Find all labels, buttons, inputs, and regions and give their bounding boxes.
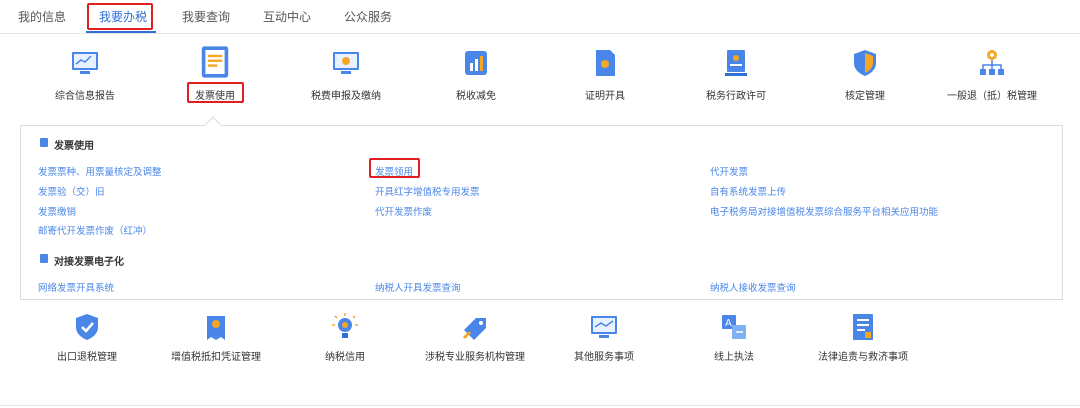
link-invoice-cancel[interactable]: 发票缴销 <box>38 204 76 218</box>
tab-public-service[interactable]: 公众服务 <box>344 8 392 25</box>
menu-label: 法律追责与救济事项 <box>818 352 908 363</box>
menu-label: 税务行政许可 <box>706 91 766 102</box>
link-network-invoice-system[interactable]: 网络发票开具系统 <box>38 280 114 294</box>
tag-icon <box>462 318 486 340</box>
menu-label: 税收减免 <box>456 91 496 102</box>
link-taxpayer-issued-query[interactable]: 纳税人开具发票查询 <box>375 280 461 294</box>
link-mail-invoice-void[interactable]: 邮寄代开发票作废（红冲） <box>38 223 152 237</box>
invoice-document-icon <box>201 46 229 78</box>
active-tab-indicator <box>86 31 156 33</box>
menu-label: 涉税专业服务机构管理 <box>425 352 525 363</box>
menu-label: 出口退税管理 <box>57 352 117 363</box>
document-icon <box>40 138 48 147</box>
monitor-icon <box>591 316 617 338</box>
top-tab-bar: 我的信息 我要办税 我要查询 互动中心 公众服务 <box>0 0 1080 34</box>
link-taxpayer-received-query[interactable]: 纳税人接收发票查询 <box>710 280 796 294</box>
location-network-icon <box>980 50 1004 75</box>
section-title-e-invoice: 对接发票电子化 <box>54 257 124 268</box>
shield-check-icon <box>76 314 98 340</box>
link-own-system-upload[interactable]: 自有系统发票上传 <box>710 184 786 198</box>
tab-my-info[interactable]: 我的信息 <box>18 8 66 25</box>
lightbulb-icon <box>332 313 358 338</box>
legal-document-icon <box>853 314 873 340</box>
translate-icon: A <box>722 315 746 339</box>
tab-interaction[interactable]: 互动中心 <box>263 8 311 25</box>
link-invoice-type-approval[interactable]: 发票票种、用票量核定及调整 <box>38 164 162 178</box>
receipt-icon <box>207 316 225 340</box>
menu-label: 增值税抵扣凭证管理 <box>171 352 261 363</box>
link-invoice-verify-old[interactable]: 发票验（交）旧 <box>38 184 105 198</box>
certificate-icon <box>596 50 615 76</box>
menu-label: 发票使用 <box>195 91 235 102</box>
bottom-divider <box>0 405 1080 406</box>
menu-label: 一般退（抵）税管理 <box>947 91 1037 102</box>
link-agent-invoice-void[interactable]: 代开发票作废 <box>375 204 432 218</box>
monitor-declare-icon <box>333 52 359 74</box>
phone-icon <box>40 254 48 263</box>
menu-label: 线上执法 <box>714 352 754 363</box>
menu-label: 其他服务事项 <box>574 352 634 363</box>
tab-handle-tax[interactable]: 我要办税 <box>99 8 147 25</box>
menu-label: 核定管理 <box>845 91 885 102</box>
link-agent-invoice[interactable]: 代开发票 <box>710 164 748 178</box>
permit-book-icon <box>725 50 747 76</box>
menu-label: 税费申报及缴纳 <box>311 91 381 102</box>
menu-label: 综合信息报告 <box>55 91 115 102</box>
section-title-invoice-use: 发票使用 <box>54 141 94 152</box>
link-invoice-receive[interactable]: 发票领用 <box>375 164 413 178</box>
svg-text:A: A <box>725 318 732 329</box>
link-red-vat-invoice[interactable]: 开具红字增值税专用发票 <box>375 184 480 198</box>
menu-label: 证明开具 <box>585 91 625 102</box>
link-vat-platform-integration[interactable]: 电子税务局对接增值税发票综合服务平台相关应用功能 <box>710 204 938 218</box>
monitor-chart-icon <box>72 52 98 74</box>
bar-chart-icon <box>465 51 487 75</box>
shield-icon <box>854 50 876 76</box>
menu-label: 纳税信用 <box>325 352 365 363</box>
tab-query[interactable]: 我要查询 <box>182 8 230 25</box>
invoice-submenu-panel: 发票使用 发票票种、用票量核定及调整 发票验（交）旧 发票缴销 邮寄代开发票作废… <box>20 125 1063 300</box>
